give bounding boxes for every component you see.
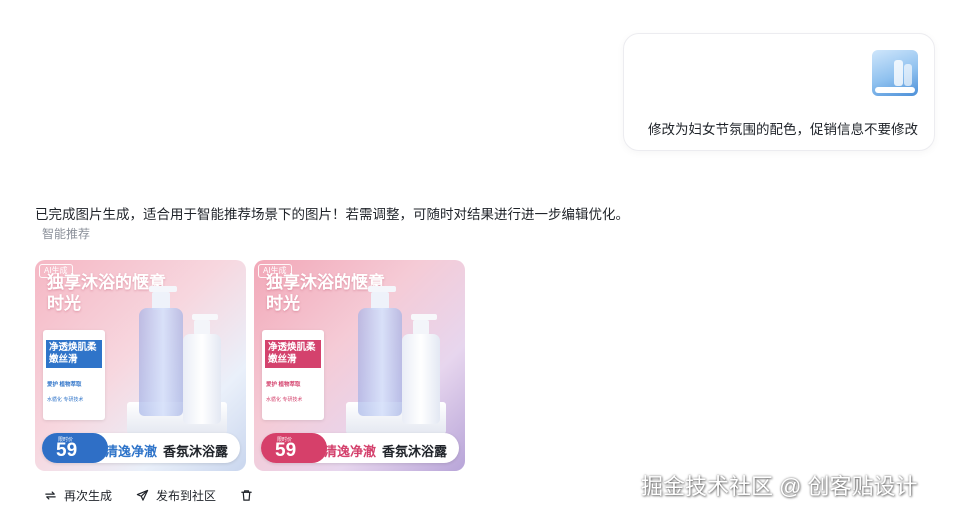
publish-label: 发布到社区 xyxy=(156,488,217,503)
tall-bottle xyxy=(358,308,402,416)
watermark: 掘金技术社区 @ 创客贴设计 xyxy=(641,474,918,499)
bottle-neck xyxy=(194,320,210,335)
user-message-bubble: 修改为妇女节氛围的配色，促销信息不要修改 xyxy=(623,33,935,151)
regenerate-button[interactable]: 再次生成 xyxy=(44,487,112,503)
regenerate-label: 再次生成 xyxy=(64,488,113,503)
slogan: 清逸净澈 xyxy=(324,444,377,459)
tall-bottle xyxy=(139,308,183,416)
slogan: 清逸净澈 xyxy=(105,444,158,459)
generated-image-2[interactable]: AI生成 独享沐浴的惬意时光 净透焕肌柔嫩丝滑 爱护 植物萃取 水循化 专研技术… xyxy=(254,260,465,471)
reference-image-thumbnail[interactable] xyxy=(872,50,918,96)
scene-tag: 智能推荐 xyxy=(42,227,91,241)
repeat-icon xyxy=(45,490,56,500)
bottle-neck xyxy=(413,320,429,335)
user-message-text: 修改为妇女节氛围的配色，促销信息不要修改 xyxy=(648,122,918,137)
assistant-reply-text: 已完成图片生成，适合用于智能推荐场景下的图片！若需调整，可随时对结果进行进一步编… xyxy=(35,207,629,222)
feature-label: 净透焕肌柔嫩丝滑 xyxy=(265,340,321,368)
price-value: 59 xyxy=(56,440,78,461)
send-icon xyxy=(136,489,149,501)
short-bottle xyxy=(402,334,440,424)
info-line-1: 爱护 植物萃取 xyxy=(266,382,301,388)
product-name: 香氛沐浴露 xyxy=(163,444,229,459)
price-tag: 限时价 59 xyxy=(42,433,108,463)
info-line-1: 爱护 植物萃取 xyxy=(47,382,82,388)
product-name: 香氛沐浴露 xyxy=(382,444,448,459)
info-line-2: 水循化 专研技术 xyxy=(266,397,303,403)
info-line-2: 水循化 专研技术 xyxy=(47,397,84,403)
price-value: 59 xyxy=(275,440,297,461)
price-tag: 限时价 59 xyxy=(261,433,327,463)
short-bottle xyxy=(183,334,221,424)
generated-image-1[interactable]: AI生成 独享沐浴的惬意时光 净透焕肌柔嫩丝滑 爱护 植物萃取 水循化 专研技术… xyxy=(35,260,246,471)
publish-button[interactable]: 发布到社区 xyxy=(136,487,216,503)
feature-label: 净透焕肌柔嫩丝滑 xyxy=(46,340,102,368)
trash-icon xyxy=(241,489,252,501)
delete-button[interactable] xyxy=(240,487,260,503)
